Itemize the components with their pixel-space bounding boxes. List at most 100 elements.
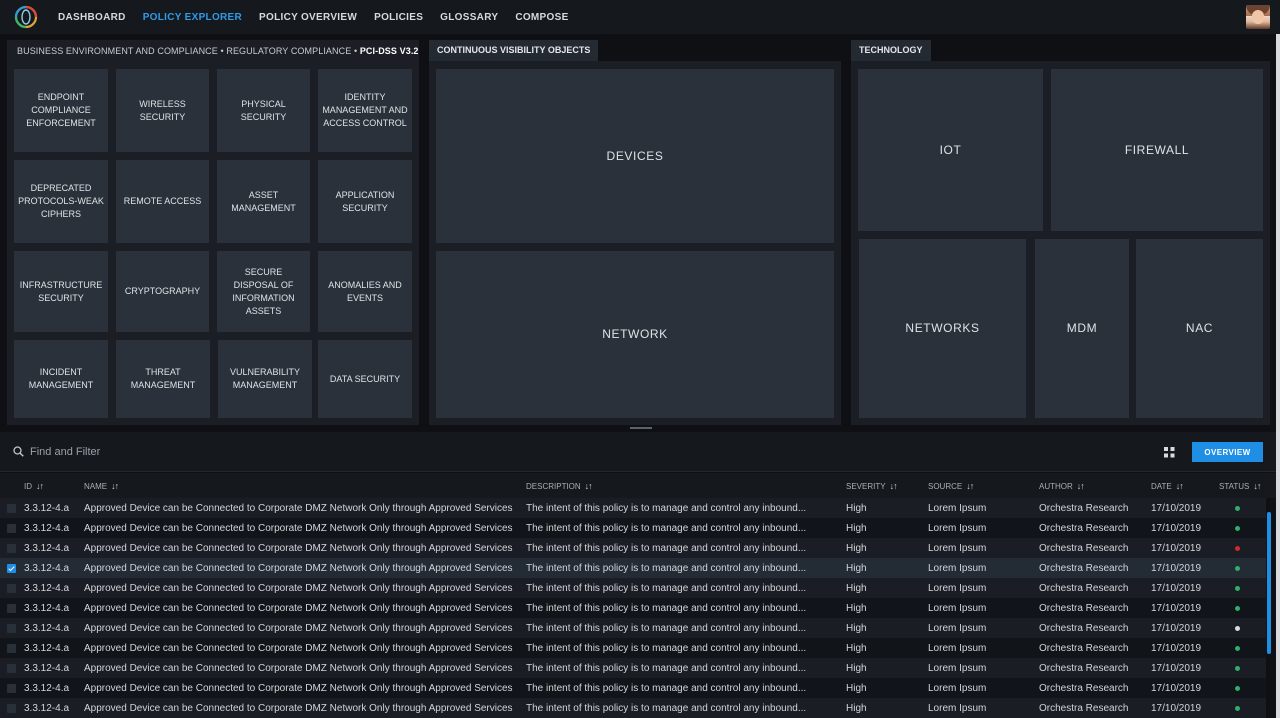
cell-source: Lorem Ipsum bbox=[928, 523, 987, 534]
user-avatar[interactable] bbox=[1246, 5, 1270, 29]
table-row[interactable]: 3.3.12-4.a Approved Device can be Connec… bbox=[0, 698, 1266, 718]
row-checkbox[interactable] bbox=[7, 544, 16, 553]
cell-name[interactable]: Approved Device can be Connected to Corp… bbox=[84, 663, 520, 674]
tile-application-security[interactable]: APPLICATION SECURITY bbox=[318, 160, 412, 243]
sort-icon[interactable]: ↓↑ bbox=[1077, 481, 1085, 491]
row-checkbox[interactable] bbox=[7, 684, 16, 693]
row-checkbox[interactable] bbox=[7, 524, 16, 533]
tile-remote-access[interactable]: REMOTE ACCESS bbox=[116, 160, 209, 243]
tile-devices[interactable]: DEVICES bbox=[436, 69, 834, 243]
table-row[interactable]: 3.3.12-4.a Approved Device can be Connec… bbox=[0, 638, 1266, 658]
tile-asset-management[interactable]: ASSET MANAGEMENT bbox=[217, 160, 310, 243]
cell-name[interactable]: Approved Device can be Connected to Corp… bbox=[84, 543, 520, 554]
row-checkbox[interactable] bbox=[7, 624, 16, 633]
sort-icon[interactable]: ↓↑ bbox=[966, 481, 974, 491]
cell-description: The intent of this policy is to manage a… bbox=[526, 663, 807, 674]
overview-button[interactable]: OVERVIEW bbox=[1192, 442, 1263, 462]
row-checkbox[interactable] bbox=[7, 504, 16, 513]
cell-severity: High bbox=[846, 543, 867, 554]
table-row[interactable]: 3.3.12-4.a Approved Device can be Connec… bbox=[0, 658, 1266, 678]
sort-icon[interactable]: ↓↑ bbox=[36, 481, 44, 491]
table-row[interactable]: 3.3.12-4.a Approved Device can be Connec… bbox=[0, 578, 1266, 598]
sort-icon[interactable]: ↓↑ bbox=[890, 481, 898, 491]
table-row[interactable]: 3.3.12-4.a Approved Device can be Connec… bbox=[0, 538, 1266, 558]
cell-author: Orchestra Research bbox=[1039, 543, 1129, 554]
tile-identity-management[interactable]: IDENTITY MANAGEMENT AND ACCESS CONTROL bbox=[318, 69, 412, 152]
nav-dashboard[interactable]: DASHBOARD bbox=[58, 12, 126, 23]
table-row[interactable]: 3.3.12-4.a Approved Device can be Connec… bbox=[0, 618, 1266, 638]
tile-data-security[interactable]: DATA SECURITY bbox=[318, 340, 412, 418]
search-input[interactable] bbox=[30, 443, 330, 461]
cell-severity: High bbox=[846, 603, 867, 614]
cell-source: Lorem Ipsum bbox=[928, 683, 987, 694]
cell-name[interactable]: Approved Device can be Connected to Corp… bbox=[84, 623, 520, 634]
cell-severity: High bbox=[846, 683, 867, 694]
tile-cryptography[interactable]: CRYPTOGRAPHY bbox=[116, 251, 209, 332]
sort-icon[interactable]: ↓↑ bbox=[111, 481, 119, 491]
table-row[interactable]: 3.3.12-4.a Approved Device can be Connec… bbox=[0, 498, 1266, 518]
column-header-author[interactable]: AUTHOR ↓↑ bbox=[1039, 481, 1085, 491]
tile-firewall[interactable]: FIREWALL bbox=[1051, 69, 1263, 231]
cell-name[interactable]: Approved Device can be Connected to Corp… bbox=[84, 683, 520, 694]
tile-endpoint-compliance[interactable]: ENDPOINT COMPLIANCE ENFORCEMENT bbox=[14, 69, 108, 152]
column-header-name[interactable]: NAME ↓↑ bbox=[84, 481, 119, 491]
column-header-date[interactable]: DATE ↓↑ bbox=[1151, 481, 1184, 491]
column-header-severity[interactable]: SEVERITY ↓↑ bbox=[846, 481, 898, 491]
table-row[interactable]: 3.3.12-4.a Approved Device can be Connec… bbox=[0, 678, 1266, 698]
cell-name[interactable]: Approved Device can be Connected to Corp… bbox=[84, 643, 520, 654]
row-checkbox[interactable] bbox=[7, 604, 16, 613]
nav-policies[interactable]: POLICIES bbox=[374, 12, 423, 23]
tile-secure-disposal[interactable]: SECURE DISPOSAL OF INFORMATION ASSETS bbox=[217, 251, 310, 332]
tile-nac[interactable]: NAC bbox=[1136, 239, 1263, 418]
nav-policy-explorer[interactable]: POLICY EXPLORER bbox=[143, 12, 242, 23]
row-checkbox[interactable] bbox=[7, 664, 16, 673]
row-checkbox[interactable] bbox=[7, 564, 16, 573]
cell-name[interactable]: Approved Device can be Connected to Corp… bbox=[84, 583, 520, 594]
table-row[interactable]: 3.3.12-4.a Approved Device can be Connec… bbox=[0, 518, 1266, 538]
breadcrumb-item-business-environment[interactable]: BUSINESS ENVIRONMENT AND COMPLIANCE bbox=[17, 46, 218, 56]
cell-date: 17/10/2019 bbox=[1151, 523, 1202, 534]
tile-network[interactable]: NETWORK bbox=[436, 251, 834, 418]
table-scrollbar[interactable] bbox=[1267, 512, 1271, 654]
breadcrumb-item-pci-dss[interactable]: PCI-DSS V3.2 bbox=[360, 46, 419, 56]
cell-description: The intent of this policy is to manage a… bbox=[526, 563, 807, 574]
cell-name[interactable]: Approved Device can be Connected to Corp… bbox=[84, 503, 520, 514]
column-header-id[interactable]: ID ↓↑ bbox=[24, 481, 44, 491]
cell-id: 3.3.12-4.a bbox=[24, 663, 70, 674]
tile-infrastructure-security[interactable]: INFRASTRUCTURE SECURITY bbox=[14, 251, 108, 332]
nav-policy-overview[interactable]: POLICY OVERVIEW bbox=[259, 12, 357, 23]
tile-mdm[interactable]: MDM bbox=[1035, 239, 1129, 418]
row-checkbox[interactable] bbox=[7, 704, 16, 713]
nav-glossary[interactable]: GLOSSARY bbox=[440, 12, 498, 23]
table-row[interactable]: 3.3.12-4.a Approved Device can be Connec… bbox=[0, 558, 1266, 578]
cell-name[interactable]: Approved Device can be Connected to Corp… bbox=[84, 603, 520, 614]
column-header-status[interactable]: STATUS ↓↑ bbox=[1219, 481, 1261, 491]
table-row[interactable]: 3.3.12-4.a Approved Device can be Connec… bbox=[0, 598, 1266, 618]
resize-handle[interactable] bbox=[630, 427, 652, 429]
tile-threat-management[interactable]: THREAT MANAGEMENT bbox=[116, 340, 210, 418]
tile-wireless-security[interactable]: WIRELESS SECURITY bbox=[116, 69, 209, 152]
app-logo-icon[interactable] bbox=[14, 5, 38, 29]
nav-compose[interactable]: COMPOSE bbox=[515, 12, 568, 23]
grid-view-icon[interactable] bbox=[1164, 447, 1175, 458]
row-checkbox[interactable] bbox=[7, 584, 16, 593]
tile-incident-management[interactable]: INCIDENT MANAGEMENT bbox=[14, 340, 108, 418]
tile-deprecated-protocols[interactable]: DEPRECATED PROTOCOLS-WEAK CIPHERS bbox=[14, 160, 108, 243]
tile-anomalies-events[interactable]: ANOMALIES AND EVENTS bbox=[318, 251, 412, 332]
cell-author: Orchestra Research bbox=[1039, 583, 1129, 594]
top-navbar: DASHBOARD POLICY EXPLORER POLICY OVERVIE… bbox=[0, 0, 1280, 34]
tile-networks[interactable]: NETWORKS bbox=[859, 239, 1026, 418]
column-header-description[interactable]: DESCRIPTION ↓↑ bbox=[526, 481, 593, 491]
tile-vulnerability-management[interactable]: VULNERABILITY MANAGEMENT bbox=[218, 340, 312, 418]
sort-icon[interactable]: ↓↑ bbox=[1176, 481, 1184, 491]
tile-physical-security[interactable]: PHYSICAL SECURITY bbox=[217, 69, 310, 152]
column-header-source[interactable]: SOURCE ↓↑ bbox=[928, 481, 974, 491]
cell-name[interactable]: Approved Device can be Connected to Corp… bbox=[84, 523, 520, 534]
cell-name[interactable]: Approved Device can be Connected to Corp… bbox=[84, 563, 520, 574]
tile-iot[interactable]: IOT bbox=[858, 69, 1043, 231]
cell-name[interactable]: Approved Device can be Connected to Corp… bbox=[84, 703, 520, 714]
sort-icon[interactable]: ↓↑ bbox=[585, 481, 593, 491]
sort-icon[interactable]: ↓↑ bbox=[1253, 481, 1261, 491]
row-checkbox[interactable] bbox=[7, 644, 16, 653]
breadcrumb-item-regulatory-compliance[interactable]: REGULATORY COMPLIANCE bbox=[226, 46, 351, 56]
